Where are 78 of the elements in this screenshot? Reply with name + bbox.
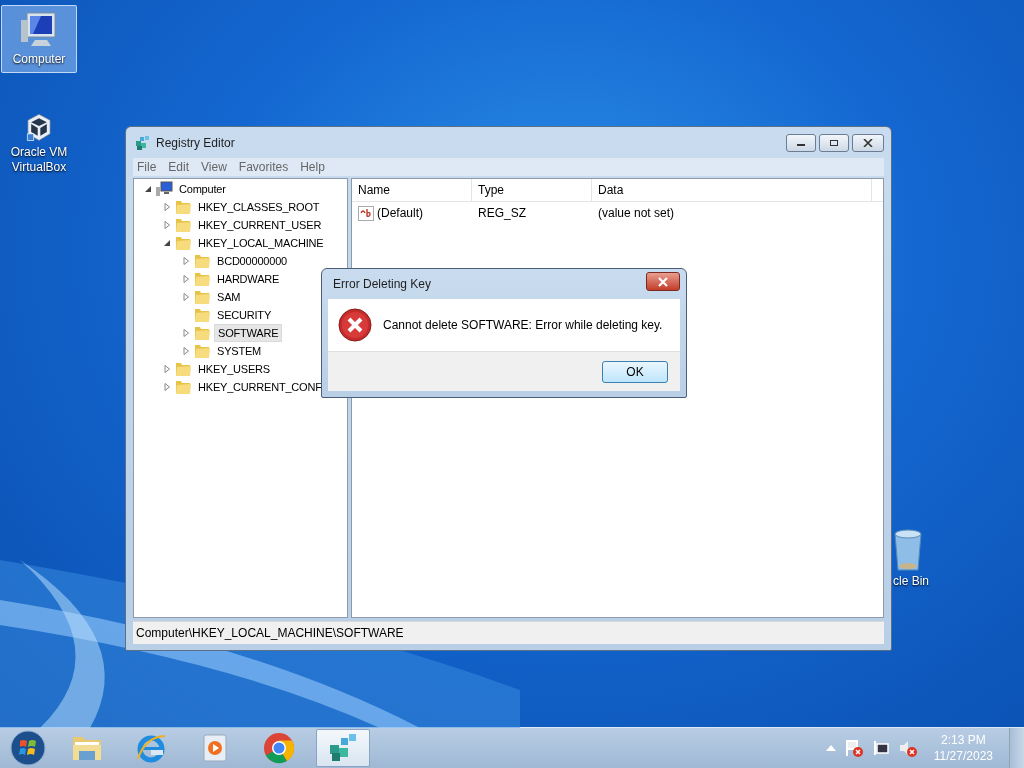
folder-icon [174,379,192,395]
error-message: Cannot delete SOFTWARE: Error while deleting key. [383,318,663,332]
column-header[interactable]: Data [592,179,872,201]
cubes-icon [135,134,151,151]
tree-item[interactable]: SAM [214,289,244,305]
show-hidden-icons-icon[interactable] [825,745,836,751]
menu-item[interactable]: Help [296,160,329,174]
desktop-icon[interactable]: Oracle VM VirtualBox [1,108,77,176]
chrome-logo-icon [263,732,295,764]
folder-icon [193,289,211,305]
computer-icon [155,181,173,197]
taskbar-button[interactable] [316,729,370,767]
tree-item[interactable]: SYSTEM [214,343,265,359]
table-cell: (Default) [377,206,423,220]
folder-icon [193,307,211,323]
column-header[interactable]: Type [472,179,592,201]
folder-icon [71,734,103,762]
trash-bin-icon [893,528,923,572]
tree-item[interactable]: HKEY_LOCAL_MACHINE [195,235,327,251]
folder-icon [174,361,192,377]
ok-button[interactable]: OK [602,360,668,383]
collapsed-arrow-icon[interactable] [182,257,190,265]
start-orb-icon [10,730,46,766]
e-logo-icon [135,733,167,763]
collapsed-arrow-icon[interactable] [163,221,171,229]
window-title: Registry Editor [156,135,235,150]
tree-item[interactable]: HARDWARE [214,271,283,287]
status-bar: Computer\HKEY_LOCAL_MACHINE\SOFTWARE [133,621,884,644]
tree-item[interactable]: HKEY_CURRENT_USER [195,217,325,233]
play-icon [202,733,228,763]
table-cell-text: REG_SZ [477,206,527,220]
folder-icon [193,343,211,359]
collapsed-arrow-icon[interactable] [163,365,171,373]
minimize-button[interactable] [786,134,816,152]
folder-icon [174,217,192,233]
menu-item[interactable]: Edit [164,160,194,174]
tree-item[interactable]: HKEY_USERS [195,361,273,377]
maximize-button[interactable] [819,134,849,152]
close-button[interactable] [852,134,884,152]
collapsed-arrow-icon[interactable] [163,383,171,391]
expanded-arrow-icon[interactable] [144,185,152,193]
icon-label: Computer [11,52,67,67]
menu-item[interactable]: View [197,160,231,174]
cubes-icon [327,733,359,763]
collapsed-arrow-icon[interactable] [182,347,190,355]
show-desktop-button[interactable] [1009,728,1024,768]
close-icon [863,139,873,147]
network-icon[interactable] [871,739,890,757]
error-icon [338,308,372,342]
maximize-icon [829,139,839,147]
tree-item[interactable]: Computer [176,181,229,197]
close-button[interactable] [646,272,680,291]
icon-label: cle Bin [893,574,930,589]
table-cell-text: (value not set) [597,206,676,220]
menu-item[interactable]: Favorites [234,160,293,174]
tree-item[interactable]: HKEY_CLASSES_ROOT [195,199,323,215]
expanded-arrow-icon[interactable] [163,239,171,247]
tree-item[interactable]: SECURITY [214,307,275,323]
flag-error-icon[interactable] [843,738,864,758]
icon-label: Oracle VM VirtualBox [9,145,69,175]
close-icon [657,276,669,287]
folder-icon [193,253,211,269]
collapsed-arrow-icon[interactable] [182,329,190,337]
collapsed-arrow-icon[interactable] [163,203,171,211]
folder-icon [174,235,192,251]
collapsed-arrow-icon[interactable] [182,275,190,283]
tree-item[interactable]: BCD00000000 [214,253,290,269]
string-value-icon [358,205,374,221]
folder-icon [174,199,192,215]
tree-item[interactable]: HKEY_CURRENT_CONF [195,379,325,395]
tree-item[interactable]: SOFTWARE [214,324,283,342]
menu-item[interactable]: File [133,160,161,174]
dialog-title: Error Deleting Key [332,277,432,291]
collapsed-arrow-icon[interactable] [182,293,190,301]
desktop-icon[interactable]: cle Bin [893,524,937,592]
column-header[interactable]: Name [352,179,472,201]
folder-icon [193,271,211,287]
folder-icon [193,325,211,341]
